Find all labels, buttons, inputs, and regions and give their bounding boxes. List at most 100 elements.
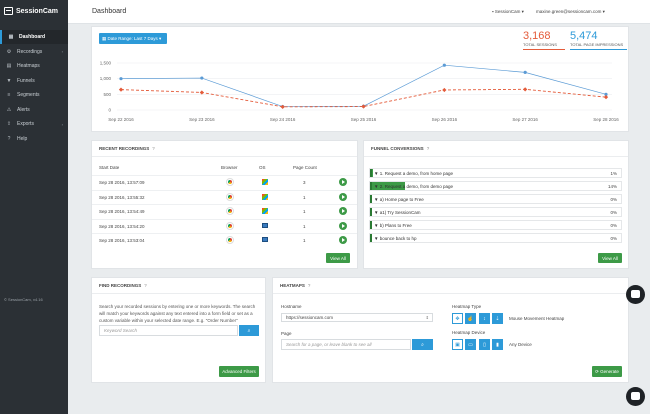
funnel-label: a1) Try SessionCam bbox=[379, 209, 421, 215]
play-icon[interactable] bbox=[339, 207, 347, 215]
sidebar-item-alerts[interactable]: ⚠ Alerts bbox=[0, 103, 68, 117]
funnel-percent: 0% bbox=[610, 209, 617, 215]
logo[interactable]: SessionCam bbox=[4, 5, 58, 17]
table-row[interactable]: Sep 28 2016, 13:54:20 1 bbox=[92, 218, 357, 233]
funnel-conversions-card: FUNNEL CONVERSIONS ? bbox=[363, 140, 629, 269]
chrome-icon bbox=[226, 221, 234, 230]
chat-icon[interactable] bbox=[626, 387, 645, 406]
keyword-search-input[interactable]: Keyword Search bbox=[99, 325, 238, 336]
funnel-row[interactable]: ▼ bounce back to hp 0% bbox=[369, 233, 622, 243]
heatmap-type-scroll[interactable]: ⇣ bbox=[492, 313, 503, 324]
chevron-right-icon: › bbox=[61, 49, 63, 54]
funnel-row[interactable]: ▼ 2. Request a demo, from demo page 14% bbox=[369, 181, 622, 191]
funnel-label: 1. Request a demo, from home page bbox=[379, 170, 454, 176]
card-header: FUNNEL CONVERSIONS ? bbox=[364, 141, 628, 157]
page-search-input[interactable]: Search for a page, or leave blank to see… bbox=[281, 339, 411, 350]
stat-label: TOTAL SESSIONS bbox=[523, 42, 557, 47]
page-title: Dashboard bbox=[92, 8, 127, 15]
page-count-cell: 1 bbox=[303, 194, 306, 200]
funnel-row[interactable]: ▼ a) Home page to Free 0% bbox=[369, 194, 622, 204]
account-dropdown[interactable]: ▪ SessionCam ▾ bbox=[492, 9, 524, 15]
column-header: Start Date bbox=[99, 165, 120, 170]
play-icon[interactable] bbox=[339, 221, 347, 230]
heatmap-type-attention[interactable]: ↕ bbox=[479, 313, 490, 324]
generate-button[interactable]: ⟳ Generate bbox=[592, 366, 622, 377]
chrome-icon bbox=[226, 207, 234, 215]
sidebar-item-help[interactable]: ? Help bbox=[0, 132, 68, 146]
stat-value: 3,168 bbox=[523, 30, 551, 42]
table-row[interactable]: Sep 28 2016, 13:57:09 3 bbox=[92, 175, 357, 189]
y-tick-label: 1,000 bbox=[100, 76, 112, 81]
heatmap-type-mouse-movement[interactable]: ✥ bbox=[452, 313, 463, 324]
help-icon[interactable]: ? bbox=[308, 283, 311, 288]
windows-icon bbox=[262, 193, 268, 200]
column-header: OS bbox=[259, 165, 266, 170]
search-icon: ⌕ bbox=[247, 327, 251, 334]
card-title: FIND RECORDINGS bbox=[99, 283, 142, 288]
card-header: FIND RECORDINGS ? bbox=[92, 278, 265, 294]
data-point bbox=[280, 104, 285, 109]
device-tablet[interactable]: ▯ bbox=[479, 339, 490, 350]
sidebar-item-segments[interactable]: ≡ Segments bbox=[0, 88, 68, 102]
start-date-cell: Sep 28 2016, 13:54:20 bbox=[99, 223, 145, 229]
sidebar-item-heatmaps[interactable]: ▤ Heatmaps bbox=[0, 59, 68, 73]
funnel-icon: ▼ bbox=[6, 77, 12, 84]
data-point bbox=[523, 70, 527, 74]
device-mobile[interactable]: ▮ bbox=[492, 339, 503, 350]
help-icon[interactable]: ? bbox=[144, 283, 147, 288]
funnel-row[interactable]: ▼ a1) Try SessionCam 0% bbox=[369, 207, 622, 217]
funnel-bar-marker bbox=[370, 234, 372, 242]
device-any[interactable]: ▣ bbox=[452, 339, 463, 350]
sidebar-item-label: Alerts bbox=[17, 106, 30, 113]
sidebar-item-label: Help bbox=[17, 135, 28, 142]
sidebar-item-exports[interactable]: ⇪ Exports › bbox=[0, 117, 68, 131]
sidebar-item-funnels[interactable]: ▼ Funnels bbox=[0, 74, 68, 88]
windows-icon bbox=[262, 179, 268, 185]
generate-label: Generate bbox=[600, 369, 619, 374]
chat-icon[interactable] bbox=[626, 285, 645, 304]
account-name: SessionCam bbox=[494, 9, 521, 14]
mobile-icon: ▮ bbox=[496, 341, 499, 348]
x-tick-label: Sep 23 2016 bbox=[189, 117, 215, 122]
attention-icon: ↕ bbox=[483, 315, 486, 322]
help-icon[interactable]: ? bbox=[427, 146, 430, 151]
date-range-button[interactable]: ▦ Date Range: Last 7 Days ▾ bbox=[99, 33, 167, 44]
funnel-row[interactable]: ▼ 1. Request a demo, from home page 1% bbox=[369, 168, 622, 178]
user-dropdown[interactable]: maxine.green@sessioncam.com ▾ bbox=[536, 9, 605, 15]
hostname-select[interactable]: https://sessioncam.com ⇕ bbox=[281, 313, 433, 322]
chrome-icon bbox=[226, 178, 234, 186]
series-line-0 bbox=[120, 64, 607, 107]
page-count-cell: 3 bbox=[303, 180, 306, 185]
table-row[interactable]: Sep 28 2016, 13:54:49 1 bbox=[92, 204, 357, 218]
table-row[interactable]: Sep 28 2016, 13:53:04 1 bbox=[92, 233, 357, 247]
logo-text: SessionCam bbox=[16, 7, 59, 15]
sessions-line-chart: 1,500 1,000 500 0 Sep 22 2016 Sep 23 2016 Sep … bbox=[100, 61, 620, 123]
sidebar-item-dashboard[interactable]: ▦ Dashboard bbox=[0, 30, 68, 44]
search-icon: ⌕ bbox=[421, 341, 424, 348]
chevron-updown-icon: ⇕ bbox=[425, 315, 429, 320]
play-icon[interactable] bbox=[339, 178, 347, 186]
play-icon[interactable] bbox=[339, 236, 347, 244]
funnel-bar-marker bbox=[370, 169, 372, 177]
help-icon[interactable]: ? bbox=[152, 146, 155, 151]
keyword-search-button[interactable]: ⌕ bbox=[239, 325, 259, 336]
funnel-percent: 14% bbox=[607, 183, 617, 189]
sidebar: SessionCam ▦ Dashboard ⚙ Recordings › ▤ Heatma… bbox=[0, 0, 68, 414]
page-search-button[interactable]: ⌕ bbox=[412, 339, 433, 350]
table-row[interactable]: Sep 28 2016, 13:55:32 1 bbox=[92, 189, 357, 204]
funnel-row[interactable]: ▼ b) Plans to Free 0% bbox=[369, 220, 622, 230]
funnels-view-all-button[interactable]: View All bbox=[598, 253, 622, 263]
play-icon[interactable] bbox=[339, 192, 347, 201]
sidebar-item-label: Segments bbox=[17, 92, 40, 98]
funnel-label: b) Plans to Free bbox=[379, 222, 412, 228]
sidebar-item-recordings[interactable]: ⚙ Recordings › bbox=[0, 45, 68, 59]
heatmap-type-click[interactable]: ☝ bbox=[465, 313, 476, 324]
y-tick-label: 500 bbox=[103, 92, 111, 97]
advanced-filters-button[interactable]: Advanced Filters bbox=[219, 366, 259, 377]
heatmap-device-selected: Any Device bbox=[509, 342, 532, 347]
card-title: RECENT RECORDINGS bbox=[99, 146, 150, 151]
logo-icon bbox=[4, 7, 13, 15]
page-count-cell: 1 bbox=[303, 238, 306, 243]
recordings-view-all-button[interactable]: View All bbox=[326, 253, 350, 263]
device-desktop[interactable]: ▭ bbox=[465, 339, 476, 350]
